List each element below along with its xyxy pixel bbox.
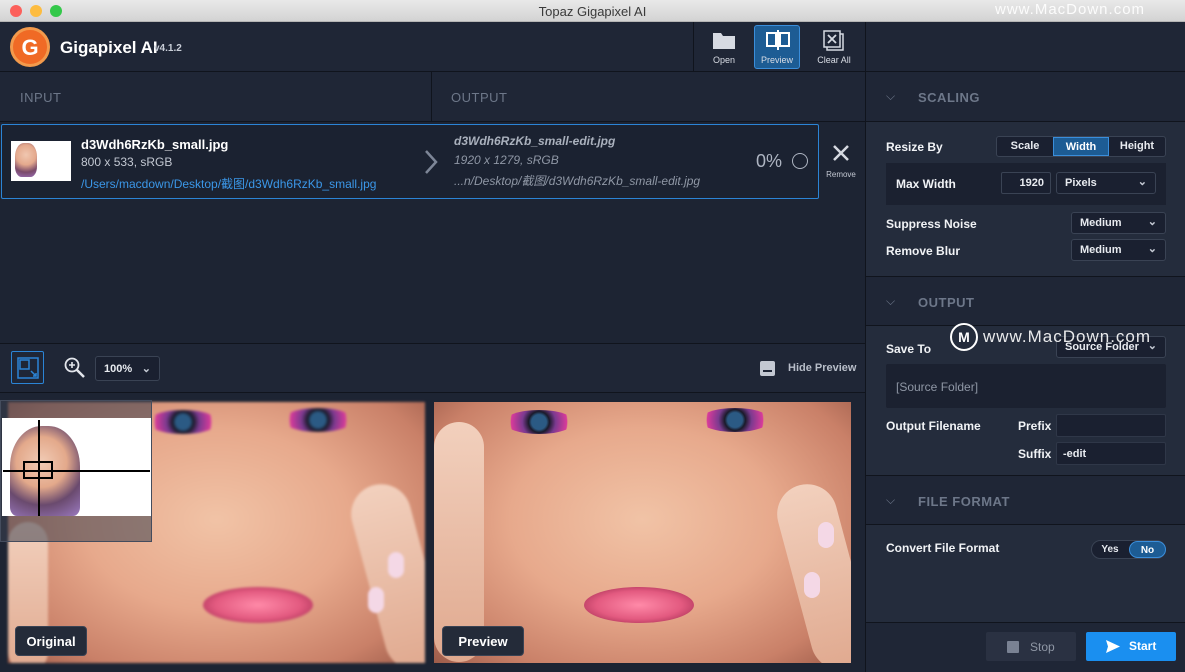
- clear-all-icon: [823, 30, 844, 51]
- resize-by-label: Resize By: [886, 140, 943, 154]
- eye-right: [700, 408, 770, 432]
- settings-panel: ⌵ SCALING Resize By Scale Width Height M…: [865, 72, 1185, 672]
- eye-left: [148, 410, 218, 434]
- split-view-icon: [766, 30, 790, 50]
- preview-toolbar: 100% ⌄ Hide Preview: [0, 343, 865, 393]
- close-icon: [833, 145, 849, 161]
- play-icon: [1106, 640, 1120, 653]
- convert-no-option[interactable]: No: [1129, 541, 1166, 558]
- preview-button[interactable]: Preview: [754, 25, 800, 69]
- convert-yes-option[interactable]: Yes: [1092, 541, 1128, 558]
- remove-button[interactable]: Remove: [822, 144, 860, 184]
- output-path: ...n/Desktop/截图/d3Wdh6RzKb_small-edit.jp…: [454, 174, 701, 188]
- eye-left: [504, 410, 574, 434]
- navigator-toggle-button[interactable]: [11, 351, 44, 384]
- input-thumbnail: [11, 141, 71, 181]
- output-column-header: OUTPUT: [432, 72, 865, 122]
- watermark-mid: www.MacDown.com: [983, 327, 1152, 346]
- chevron-down-icon: ⌵: [886, 294, 896, 308]
- resize-by-segmented: Scale Width Height: [996, 136, 1166, 157]
- preview-image: [434, 402, 851, 663]
- navigator-panel[interactable]: [0, 400, 152, 542]
- watermark-logo-icon: M: [950, 323, 978, 351]
- chevron-down-icon: ⌵: [886, 89, 896, 103]
- chevron-down-icon: ⌵: [886, 493, 896, 507]
- input-filename: d3Wdh6RzKb_small.jpg: [81, 137, 229, 152]
- scaling-section-header[interactable]: ⌵ SCALING: [866, 72, 1185, 122]
- output-filename: d3Wdh6RzKb_small-edit.jpg: [454, 134, 616, 148]
- output-filename-label: Output Filename: [886, 419, 981, 433]
- progress-circle-icon: [792, 153, 808, 169]
- arrow-right-icon: [425, 150, 438, 174]
- output-folder-display[interactable]: [Source Folder]: [886, 364, 1166, 408]
- app-name: Gigapixel AI: [60, 38, 158, 57]
- lips: [584, 587, 694, 623]
- chevron-down-icon: ⌄: [1147, 216, 1157, 228]
- stop-button[interactable]: Stop: [986, 632, 1076, 661]
- navigator-viewport[interactable]: [23, 461, 53, 479]
- hide-preview-icon[interactable]: [760, 361, 775, 376]
- window-titlebar: Topaz Gigapixel AI www.MacDown.com: [0, 0, 1185, 22]
- input-path[interactable]: /Users/macdown/Desktop/截图/d3Wdh6RzKb_sma…: [81, 175, 376, 192]
- input-dimensions: 800 x 533, sRGB: [81, 155, 173, 169]
- chevron-down-icon: ⌄: [1147, 243, 1157, 255]
- output-section-header[interactable]: ⌵ OUTPUT: [866, 276, 1185, 326]
- unit-select[interactable]: Pixels ⌄: [1056, 172, 1156, 194]
- output-dimensions: 1920 x 1279, sRGB: [454, 153, 559, 167]
- max-width-input[interactable]: 1920: [1001, 172, 1051, 194]
- resize-scale-option[interactable]: Scale: [997, 137, 1053, 156]
- watermark-top: www.MacDown.com: [995, 1, 1146, 18]
- prefix-label: Prefix: [1018, 419, 1052, 433]
- start-button[interactable]: Start: [1086, 632, 1176, 661]
- stop-icon: [1007, 641, 1019, 653]
- zoom-select[interactable]: 100% ⌄: [95, 356, 160, 381]
- save-to-label: Save To: [886, 342, 932, 356]
- file-format-section-header[interactable]: ⌵ FILE FORMAT: [866, 475, 1185, 525]
- file-row[interactable]: d3Wdh6RzKb_small.jpg 800 x 533, sRGB /Us…: [1, 124, 819, 199]
- original-label: Original: [15, 626, 87, 656]
- resize-width-option[interactable]: Width: [1053, 137, 1109, 156]
- resize-height-option[interactable]: Height: [1109, 137, 1165, 156]
- clear-all-button[interactable]: Clear All: [809, 26, 859, 68]
- right-header: [865, 22, 1185, 72]
- max-width-row: Max Width 1920 Pixels ⌄: [886, 163, 1166, 205]
- preview-label: Preview: [442, 626, 524, 656]
- navigator-icon: [17, 357, 39, 379]
- convert-toggle: Yes No: [1091, 540, 1166, 559]
- remove-blur-select[interactable]: Medium ⌄: [1071, 239, 1166, 261]
- suppress-noise-select[interactable]: Medium ⌄: [1071, 212, 1166, 234]
- chevron-down-icon: ⌄: [141, 363, 151, 375]
- open-button[interactable]: Open: [699, 26, 749, 68]
- convert-file-format-label: Convert File Format: [886, 541, 1000, 555]
- suffix-label: Suffix: [1018, 447, 1052, 461]
- folder-icon: [713, 33, 735, 49]
- suppress-noise-label: Suppress Noise: [886, 217, 977, 231]
- prefix-input[interactable]: [1056, 414, 1166, 437]
- eye-right: [283, 408, 353, 432]
- remove-label: Remove: [826, 170, 856, 179]
- max-width-label: Max Width: [896, 177, 956, 191]
- zoom-in-icon[interactable]: [64, 357, 86, 379]
- input-column-header: INPUT: [0, 72, 432, 122]
- progress-percent: 0%: [756, 151, 783, 171]
- remove-blur-label: Remove Blur: [886, 244, 961, 258]
- lips: [203, 587, 313, 623]
- chevron-down-icon: ⌄: [1137, 176, 1147, 188]
- hide-preview-label[interactable]: Hide Preview: [788, 362, 856, 374]
- suffix-input[interactable]: -edit: [1056, 442, 1166, 465]
- app-logo-icon: G: [10, 27, 50, 67]
- app-version: v4.1.2: [154, 43, 182, 54]
